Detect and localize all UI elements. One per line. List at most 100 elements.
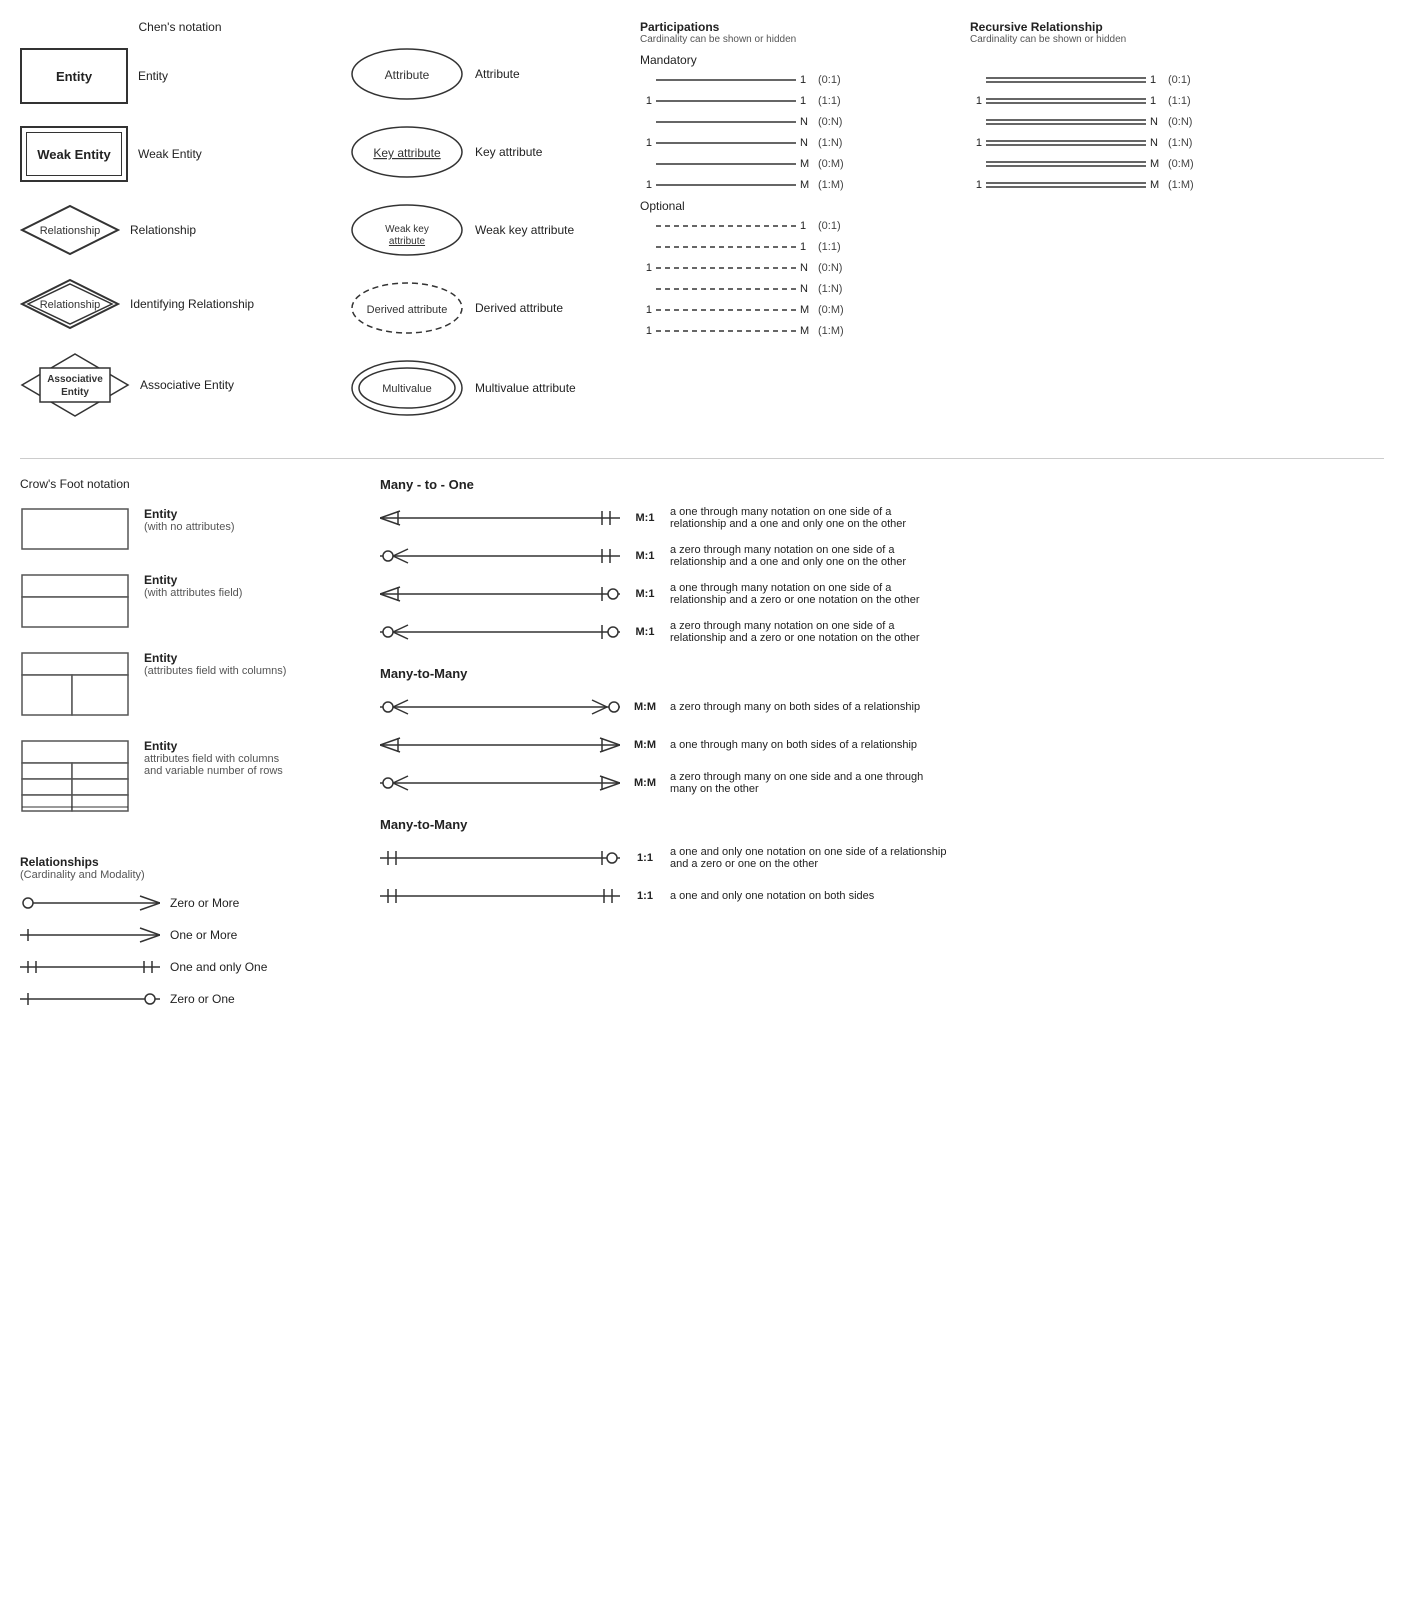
chens-row-id-rel: Relationship Identifying Relationship — [20, 278, 340, 330]
svg-text:Weak key: Weak key — [385, 224, 429, 235]
many-col: Many - to - One M:1 a — [350, 477, 1384, 1021]
crows-area: Crow's Foot notation Entity (with no att… — [20, 477, 1384, 1021]
11-row2: 1:1 a one and only one notation on both … — [380, 884, 1384, 908]
top-area: Chen's notation Entity Entity Weak Entit… — [20, 20, 1384, 440]
weak-entity-shape: Weak Entity — [20, 126, 128, 182]
attr-row-multi: Multivalue Multivalue attribute — [350, 358, 630, 418]
rels-title: Relationships — [20, 855, 350, 869]
part-row-m1M: 1 M (1:M) — [640, 178, 950, 192]
page-container: Chen's notation Entity Entity Weak Entit… — [20, 20, 1384, 1021]
rel-one-only: One and only One — [20, 957, 350, 977]
one-to-one-title: Many-to-Many — [380, 817, 1384, 832]
assoc-entity-shape: Associative Entity — [20, 352, 130, 418]
crows-left: Crow's Foot notation Entity (with no att… — [20, 477, 350, 1021]
many-to-one-section: Many - to - One M:1 a — [380, 477, 1384, 644]
part-row-m11: 1 1 (1:1) — [640, 94, 950, 108]
cf-entity-attrs-row: Entity (with attributes field) — [20, 573, 350, 629]
part-row-o0N: 1 N (0:N) — [640, 261, 950, 275]
entity-label: Entity — [138, 69, 168, 83]
mandatory-title: Mandatory — [640, 53, 950, 67]
cf-entity-attrs-label: Entity — [144, 573, 242, 587]
part-row-o01: 1 (0:1) — [640, 219, 950, 233]
rels-subtitle: (Cardinality and Modality) — [20, 869, 350, 881]
part-row-o1N: N (1:N) — [640, 282, 950, 296]
participations-subtitle: Cardinality can be shown or hidden — [640, 34, 950, 45]
many-to-many-section: Many-to-Many M:M a zer — [380, 666, 1384, 795]
weak-entity-label: Weak Entity — [138, 147, 202, 161]
attr-row-weak-key: Weak key attribute Weak key attribute — [350, 202, 630, 258]
cf-entity-attrs-shape — [20, 573, 130, 629]
cf-entity-rows-label: Entity — [144, 739, 294, 753]
svg-text:Key attribute: Key attribute — [373, 146, 441, 160]
rec-row-1M: 1 M (1:M) — [970, 178, 1384, 192]
chens-title: Chen's notation — [20, 20, 340, 34]
svg-text:Relationship: Relationship — [40, 225, 101, 237]
many-to-many-title: Many-to-Many — [380, 666, 1384, 681]
chens-row-assoc: Associative Entity Associative Entity — [20, 352, 340, 418]
relationship-label: Relationship — [130, 223, 196, 237]
svg-text:Multivalue: Multivalue — [382, 383, 432, 395]
rel-zero-more: Zero or More — [20, 893, 350, 913]
11-desc1: a one and only one notation on one side … — [670, 846, 950, 870]
multi-attr-shape: Multivalue — [350, 358, 465, 418]
svg-text:Attribute: Attribute — [385, 68, 430, 82]
cf-entity-cols-shape — [20, 651, 130, 717]
zero-one-label: Zero or One — [170, 992, 235, 1006]
mm-desc2: a one through many on both sides of a re… — [670, 739, 917, 751]
part-row-m01: 1 (0:1) — [640, 73, 950, 87]
rels-section: Relationships (Cardinality and Modality)… — [20, 855, 350, 1009]
attr-row-attr: Attribute Attribute — [350, 46, 630, 102]
m1-row1: M:1 a one through many notation on one s… — [380, 506, 1384, 530]
one-only-label: One and only One — [170, 960, 267, 974]
part-row-m1N: 1 N (1:N) — [640, 136, 950, 150]
multi-attr-label: Multivalue attribute — [475, 381, 576, 395]
attr-label: Attribute — [475, 67, 520, 81]
zero-more-label: Zero or More — [170, 896, 239, 910]
key-attr-shape: Key attribute — [350, 124, 465, 180]
svg-text:Derived attribute: Derived attribute — [367, 304, 448, 316]
attr-row-key: Key attribute Key attribute — [350, 124, 630, 180]
mm-row1: M:M a zero through many on both sides of… — [380, 695, 1384, 719]
attrs-col: Attribute Attribute Key attribute Key at… — [350, 20, 640, 440]
m1-row3: M:1 a one through many notation on one s… — [380, 582, 1384, 606]
part-row-o0M: 1 M (0:M) — [640, 303, 950, 317]
cf-entity-cols-label: Entity — [144, 651, 286, 665]
mm-row3: M:M a zero through many on one side and … — [380, 771, 1384, 795]
11-desc2: a one and only one notation on both side… — [670, 890, 874, 902]
svg-text:Associative: Associative — [47, 374, 103, 385]
derived-attr-label: Derived attribute — [475, 301, 563, 315]
many-to-one-title: Many - to - One — [380, 477, 1384, 492]
one-more-label: One or More — [170, 928, 237, 942]
recursive-title: Recursive Relationship — [970, 20, 1384, 34]
m1-desc3: a one through many notation on one side … — [670, 582, 950, 606]
derived-attr-shape: Derived attribute — [350, 280, 465, 336]
attribute-shape: Attribute — [350, 46, 465, 102]
svg-text:Relationship: Relationship — [40, 299, 101, 311]
part-row-o11: 1 (1:1) — [640, 240, 950, 254]
chens-row-entity: Entity Entity — [20, 48, 340, 104]
rec-row-1N: 1 N (1:N) — [970, 136, 1384, 150]
rel-zero-one: Zero or One — [20, 989, 350, 1009]
weak-key-attr-shape: Weak key attribute — [350, 202, 465, 258]
chens-row-rel: Relationship Relationship — [20, 204, 340, 256]
cf-entity-rows-row: Entity attributes field with columns and… — [20, 739, 350, 825]
one-to-one-section: Many-to-Many 1:1 a one and only one nota… — [380, 817, 1384, 908]
id-relationship-label: Identifying Relationship — [130, 297, 254, 311]
part-row-m0M: M (0:M) — [640, 157, 950, 171]
cf-entity-simple-shape — [20, 507, 130, 551]
svg-text:attribute: attribute — [389, 236, 426, 247]
rel-one-more: One or More — [20, 925, 350, 945]
weak-key-attr-label: Weak key attribute — [475, 223, 574, 237]
entity-shape: Entity — [20, 48, 128, 104]
m1-row4: M:1 a zero through many notation on one … — [380, 620, 1384, 644]
assoc-entity-label: Associative Entity — [140, 378, 234, 392]
m1-desc2: a zero through many notation on one side… — [670, 544, 950, 568]
rec-row-0N: N (0:N) — [970, 115, 1384, 129]
chens-col: Chen's notation Entity Entity Weak Entit… — [20, 20, 350, 440]
recursive-subtitle: Cardinality can be shown or hidden — [970, 34, 1384, 45]
crows-title: Crow's Foot notation — [20, 477, 350, 491]
mm-desc3: a zero through many on one side and a on… — [670, 771, 950, 795]
relationship-shape: Relationship — [20, 204, 120, 256]
attr-row-derived: Derived attribute Derived attribute — [350, 280, 630, 336]
cf-entity-rows-sublabel: attributes field with columns and variab… — [144, 753, 294, 777]
